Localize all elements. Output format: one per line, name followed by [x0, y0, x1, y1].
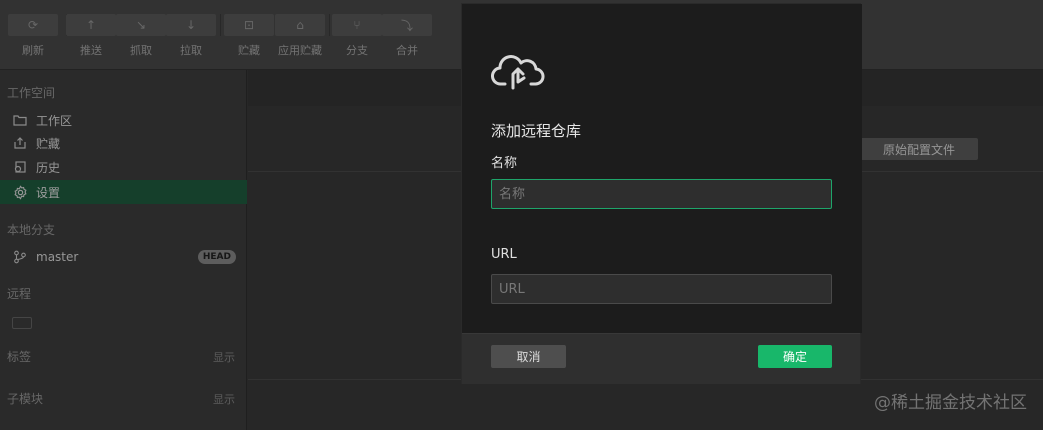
dialog-title: 添加远程仓库	[491, 122, 582, 140]
add-remote-dialog: 添加远程仓库 名称 URL 取消 确定	[461, 3, 862, 384]
remote-url-input[interactable]	[491, 274, 832, 304]
name-label: 名称	[491, 156, 518, 171]
dialog-body: 添加远程仓库 名称 URL	[462, 4, 862, 333]
url-label: URL	[491, 247, 517, 262]
confirm-button[interactable]: 确定	[758, 345, 832, 368]
dialog-footer: 取消 确定	[462, 333, 860, 384]
remote-name-input[interactable]	[491, 179, 832, 209]
cloud-upload-icon	[491, 55, 545, 90]
cancel-button[interactable]: 取消	[491, 345, 566, 368]
